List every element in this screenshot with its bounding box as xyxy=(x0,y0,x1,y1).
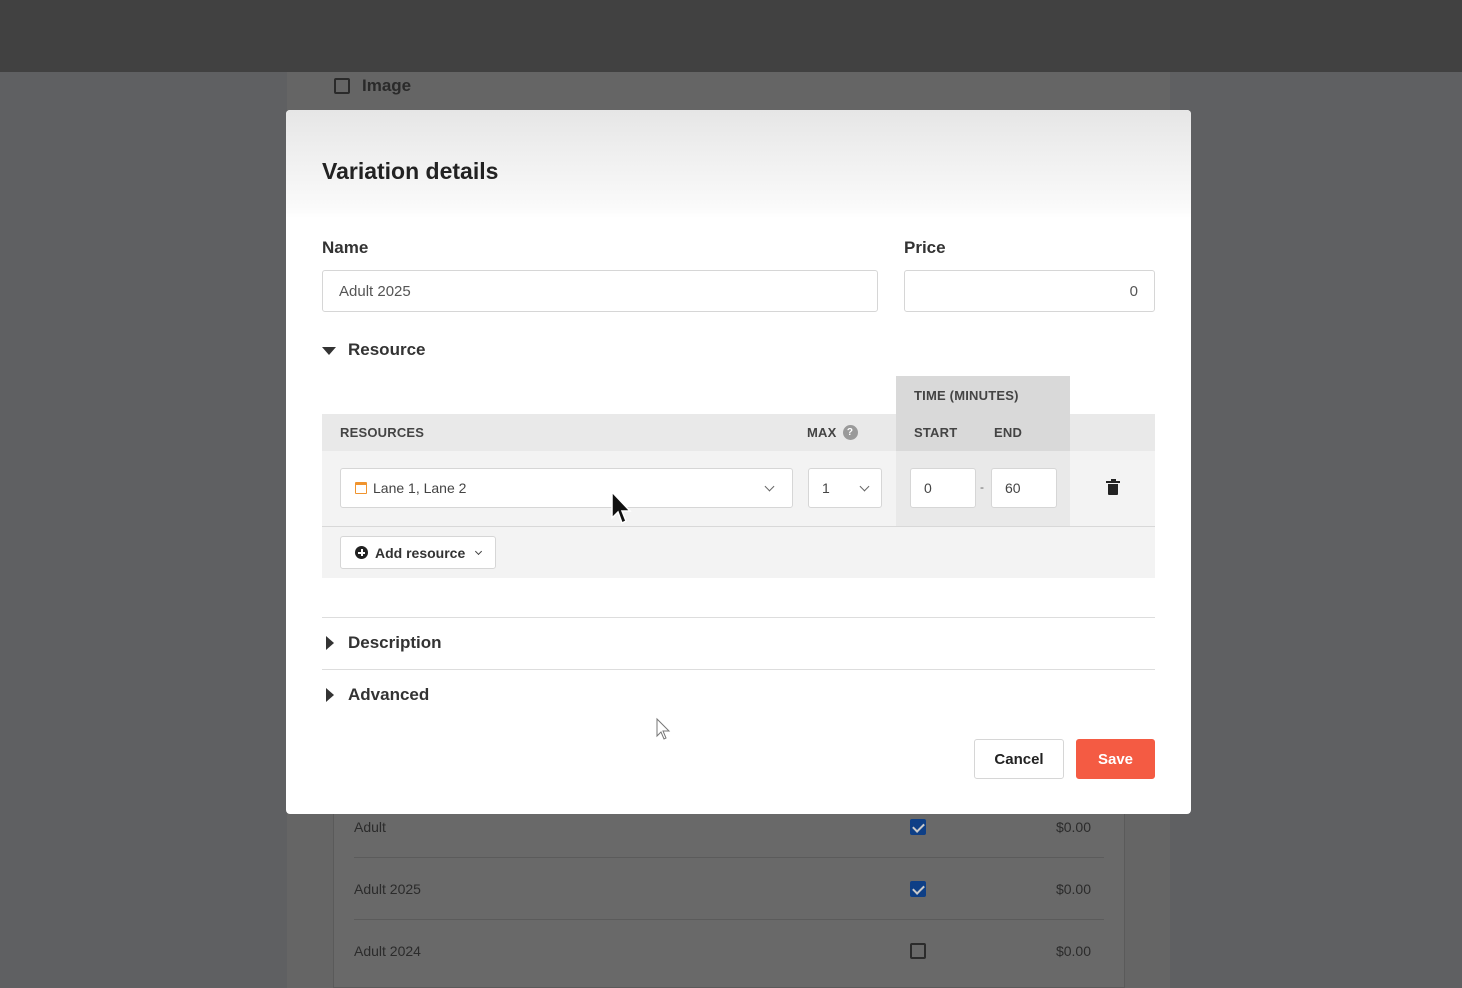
variation-name: Adult xyxy=(354,818,386,835)
name-label: Name xyxy=(322,238,369,257)
image-checkbox xyxy=(334,78,350,94)
max-select[interactable]: 1 xyxy=(808,468,882,508)
resource-section-toggle[interactable]: Resource xyxy=(322,340,425,360)
name-input-value: Adult 2025 xyxy=(339,282,411,300)
mouse-pointer-icon xyxy=(656,717,671,740)
add-resource-label: Add resource xyxy=(375,544,466,561)
time-minutes-header: TIME (MINUTES) xyxy=(914,388,1019,403)
image-option: Image xyxy=(334,76,411,96)
variation-name: Adult 2024 xyxy=(354,943,421,959)
time-range-separator: - xyxy=(980,480,984,494)
image-option-label: Image xyxy=(362,76,412,95)
max-select-value: 1 xyxy=(822,480,830,496)
row-divider xyxy=(322,526,1155,527)
help-icon[interactable]: ? xyxy=(842,425,858,440)
description-section-label: Description xyxy=(348,633,442,652)
end-column-header: END xyxy=(994,425,1023,440)
variation-checkbox xyxy=(910,880,926,897)
caret-right-icon xyxy=(326,636,334,650)
chevron-down-icon xyxy=(475,547,483,555)
cancel-button[interactable]: Cancel xyxy=(974,739,1064,779)
max-column-label: MAX xyxy=(807,425,837,440)
resources-column-header: RESOURCES xyxy=(340,425,425,440)
section-divider xyxy=(322,617,1155,618)
dialog-header: Variation details xyxy=(286,110,1191,218)
variation-price: $0.00 xyxy=(1055,943,1091,959)
dialog-title: Variation details xyxy=(322,157,499,184)
resources-select[interactable]: Lane 1, Lane 2 xyxy=(340,468,793,508)
mouse-pointer-icon xyxy=(611,490,632,525)
resource-table: RESOURCES MAX ? TIME (MINUTES) START END… xyxy=(322,376,1155,578)
caret-right-icon xyxy=(326,688,334,702)
variation-checkbox xyxy=(910,818,926,835)
variation-price: $0.00 xyxy=(1055,818,1091,835)
calendar-icon xyxy=(355,482,367,494)
advanced-section-toggle[interactable]: Advanced xyxy=(322,685,429,705)
start-time-input[interactable]: 0 xyxy=(910,468,976,508)
end-time-input[interactable]: 60 xyxy=(991,468,1057,508)
table-row: Adult 2024 $0.00 xyxy=(354,920,1104,982)
start-time-value: 0 xyxy=(924,480,932,496)
variation-details-dialog: Variation details Name Adult 2025 Price … xyxy=(286,110,1191,814)
variations-table: Adult $0.00 Adult 2025 $0.00 Adult 2024 … xyxy=(333,795,1125,988)
max-column-header: MAX ? xyxy=(807,425,858,440)
resources-select-value: Lane 1, Lane 2 xyxy=(373,480,467,496)
table-row: Adult 2025 $0.00 xyxy=(354,858,1104,920)
name-input[interactable]: Adult 2025 xyxy=(322,270,878,312)
resource-section-label: Resource xyxy=(348,340,426,359)
app-top-bar xyxy=(0,0,1462,72)
plus-circle-icon xyxy=(355,546,368,559)
description-section-toggle[interactable]: Description xyxy=(322,633,442,653)
price-label: Price xyxy=(904,238,946,257)
variation-name: Adult 2025 xyxy=(354,880,421,897)
end-time-value: 60 xyxy=(1005,480,1021,496)
price-input[interactable]: 0 xyxy=(904,270,1155,312)
chevron-down-icon xyxy=(859,481,870,492)
start-column-header: START xyxy=(914,425,958,440)
trash-icon[interactable] xyxy=(1106,479,1120,495)
section-divider xyxy=(322,669,1155,670)
advanced-section-label: Advanced xyxy=(348,685,430,704)
variation-checkbox xyxy=(910,943,926,959)
save-button[interactable]: Save xyxy=(1076,739,1155,779)
price-input-value: 0 xyxy=(1129,282,1138,300)
chevron-down-icon xyxy=(764,481,775,492)
caret-down-icon xyxy=(322,347,336,355)
variation-price: $0.00 xyxy=(1055,880,1091,897)
add-resource-button[interactable]: Add resource xyxy=(340,536,497,569)
